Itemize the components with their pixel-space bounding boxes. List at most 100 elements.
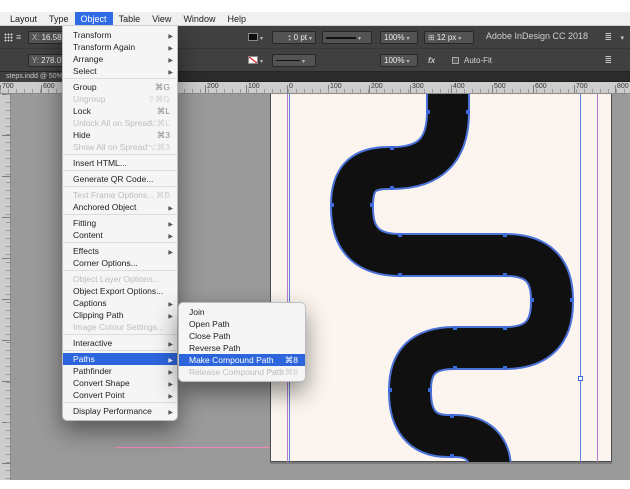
menu-item-select[interactable]: Select — [63, 65, 177, 77]
anchor-point[interactable] — [453, 326, 457, 330]
effects-fx-icon[interactable]: fx — [428, 54, 435, 67]
menubar-item-layout[interactable]: Layout — [4, 12, 43, 25]
anchor-point[interactable] — [503, 233, 507, 237]
stroke-type-dropdown-icon[interactable] — [302, 56, 305, 65]
anchor-point[interactable] — [453, 366, 457, 370]
menu-separator — [63, 334, 177, 335]
menubar-item-help[interactable]: Help — [221, 12, 252, 25]
menu-item-content[interactable]: Content — [63, 229, 177, 241]
menu-item-close-path[interactable]: Close Path — [179, 330, 305, 342]
snake-path[interactable] — [270, 94, 612, 462]
reference-point-icon[interactable] — [4, 33, 13, 42]
document-tab[interactable]: steps.indd @ 50% — [0, 72, 70, 82]
menu-item-insert-html[interactable]: Insert HTML... — [63, 157, 177, 169]
menu-item-join[interactable]: Join — [179, 306, 305, 318]
menubar-item-table[interactable]: Table — [113, 12, 147, 25]
opacity-value: 100% — [384, 56, 404, 65]
menu-item-transform[interactable]: Transform — [63, 29, 177, 41]
stroke-weight-field[interactable]: 0 pt — [272, 31, 316, 44]
ruler-label: 300 — [412, 83, 424, 90]
menu-item-transform-again[interactable]: Transform Again — [63, 41, 177, 53]
corner-options-field[interactable]: 12 px — [424, 31, 474, 44]
anchor-point[interactable] — [530, 298, 534, 302]
fill-dropdown-icon[interactable] — [260, 31, 263, 44]
anchor-point[interactable] — [398, 233, 402, 237]
stroke-type-dropdown[interactable] — [272, 54, 316, 67]
scale-dropdown[interactable]: 100% — [380, 31, 418, 44]
menu-item-captions[interactable]: Captions — [63, 297, 177, 309]
menu-item-reverse-path[interactable]: Reverse Path — [179, 342, 305, 354]
anchor-point[interactable] — [426, 110, 430, 114]
anchor-point[interactable] — [503, 326, 507, 330]
menu-item-fitting[interactable]: Fitting — [63, 217, 177, 229]
ruler-label: 200 — [371, 83, 383, 90]
menu-item-corner-options[interactable]: Corner Options... — [63, 257, 177, 269]
menu-item-arrange[interactable]: Arrange — [63, 53, 177, 65]
anchor-point[interactable] — [388, 388, 392, 392]
paths-submenu: Join Open Path Close Path Reverse Path M… — [178, 302, 306, 382]
menu-item-convert-point[interactable]: Convert Point — [63, 389, 177, 401]
anchor-point[interactable] — [330, 203, 334, 207]
anchor-point[interactable] — [466, 110, 470, 114]
menu-item-group[interactable]: Group⌘G — [63, 81, 177, 93]
menu-item-convert-shape[interactable]: Convert Shape — [63, 377, 177, 389]
menu-item-paths[interactable]: Paths — [63, 353, 177, 365]
stroke-none-swatch[interactable] — [248, 56, 258, 64]
frame-handle[interactable] — [578, 376, 583, 381]
menu-item-open-path[interactable]: Open Path — [179, 318, 305, 330]
panel-options-icon[interactable] — [604, 54, 612, 67]
scale-value: 100% — [384, 33, 404, 42]
stroke-swatch-dropdown-icon[interactable] — [260, 54, 263, 67]
anchor-point[interactable] — [450, 414, 454, 418]
corner-dropdown-icon[interactable] — [458, 33, 461, 42]
menu-separator — [63, 214, 177, 215]
menu-item-release-compound-path: Release Compound Path⌥⇧⌘8 — [179, 366, 305, 378]
anchor-point[interactable] — [570, 298, 574, 302]
ruler-label: 800 — [617, 83, 629, 90]
menu-item-show-all-on-spread: Show All on Spread⌥⌘3 — [63, 141, 177, 153]
opacity-dropdown-icon[interactable] — [406, 56, 409, 65]
autofit-label: Auto-Fit — [464, 54, 492, 67]
window-title: Adobe InDesign CC 2018 — [486, 31, 588, 41]
anchor-point[interactable] — [390, 146, 394, 150]
menu-item-make-compound-path[interactable]: Make Compound Path⌘8 — [179, 354, 305, 366]
menu-item-lock[interactable]: Lock⌘L — [63, 105, 177, 117]
menu-item-effects[interactable]: Effects — [63, 245, 177, 257]
menu-separator — [63, 242, 177, 243]
opacity-dropdown[interactable]: 100% — [380, 54, 418, 67]
anchor-point[interactable] — [503, 273, 507, 277]
stroke-weight-stepper[interactable] — [288, 34, 292, 42]
panel-options-icon[interactable] — [604, 31, 612, 44]
scale-dropdown-icon[interactable] — [406, 33, 409, 42]
menu-item-pathfinder[interactable]: Pathfinder — [63, 365, 177, 377]
menu-item-hide[interactable]: Hide⌘3 — [63, 129, 177, 141]
menu-item-clipping-path[interactable]: Clipping Path — [63, 309, 177, 321]
panel-menu-icon[interactable] — [16, 31, 21, 44]
menubar-item-type[interactable]: Type — [43, 12, 75, 25]
anchor-point[interactable] — [370, 203, 374, 207]
ruler-guide-pink[interactable] — [115, 447, 270, 448]
anchor-point[interactable] — [398, 273, 402, 277]
menubar-item-window[interactable]: Window — [177, 12, 221, 25]
stroke-style-dropdown[interactable] — [322, 31, 372, 44]
anchor-point[interactable] — [450, 454, 454, 458]
menubar-item-object[interactable]: Object — [75, 12, 113, 25]
anchor-point[interactable] — [390, 186, 394, 190]
stroke-style-dropdown-icon[interactable] — [358, 33, 361, 42]
anchor-point[interactable] — [428, 388, 432, 392]
vertical-ruler[interactable] — [0, 94, 11, 480]
stroke-weight-dropdown-icon[interactable] — [309, 33, 312, 42]
menu-item-display-performance[interactable]: Display Performance — [63, 405, 177, 417]
menu-item-interactive[interactable]: Interactive — [63, 337, 177, 349]
corner-radius-value: 12 px — [437, 33, 457, 42]
panel-collapse-icon[interactable] — [620, 31, 624, 44]
menubar-item-view[interactable]: View — [146, 12, 177, 25]
fill-swatch[interactable] — [248, 33, 258, 41]
autofit-checkbox[interactable] — [452, 57, 459, 64]
anchor-point[interactable] — [503, 366, 507, 370]
menu-separator — [63, 154, 177, 155]
menu-item-generate-qr-code[interactable]: Generate QR Code... — [63, 173, 177, 185]
menu-item-anchored-object[interactable]: Anchored Object — [63, 201, 177, 213]
menu-item-object-export-options[interactable]: Object Export Options... — [63, 285, 177, 297]
ruler-label: 200 — [207, 83, 219, 90]
